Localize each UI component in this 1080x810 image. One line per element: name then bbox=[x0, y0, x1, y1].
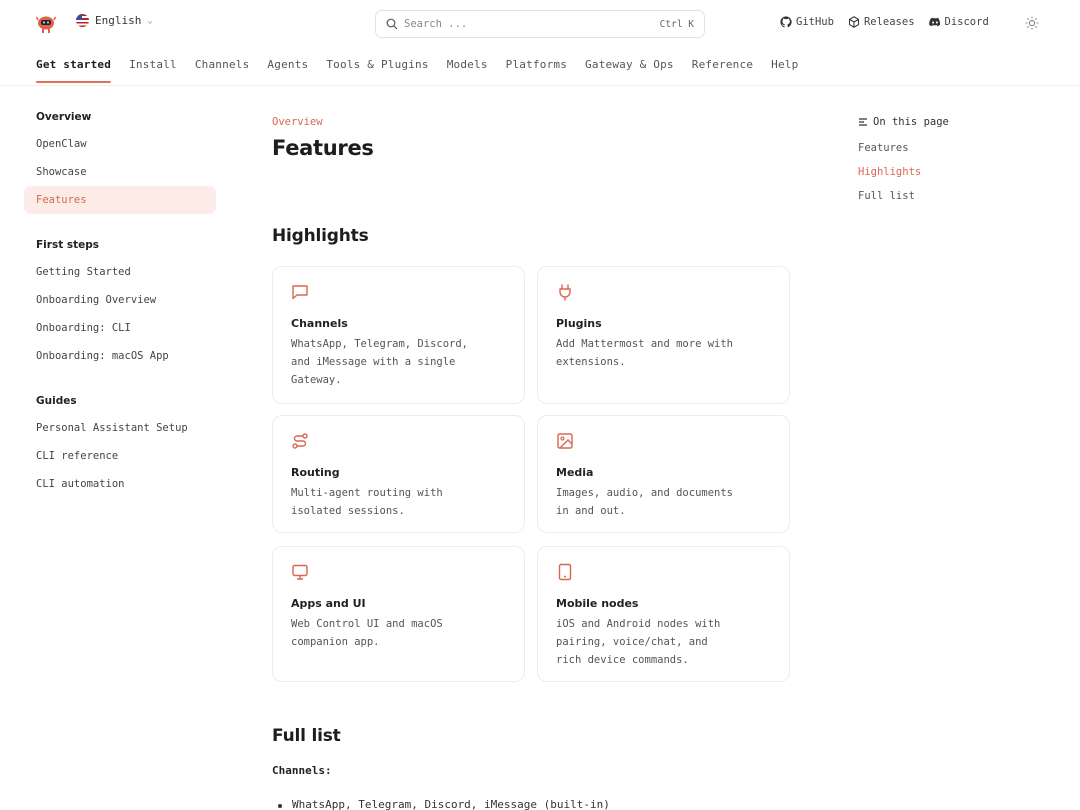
search-icon bbox=[386, 18, 398, 30]
discord-icon bbox=[928, 17, 940, 27]
page-title: Features bbox=[272, 136, 374, 160]
sidebar-item-openclaw[interactable]: OpenClaw bbox=[24, 130, 216, 158]
card-title: Channels bbox=[291, 317, 348, 330]
feature-card-apps-ui[interactable]: Apps and UI Web Control UI and macOS com… bbox=[272, 546, 525, 682]
card-description: Multi-agent routing with isolated sessio… bbox=[291, 487, 443, 517]
message-square-icon bbox=[292, 285, 308, 300]
sidebar-item-cli-reference[interactable]: CLI reference bbox=[24, 442, 216, 470]
card-description: WhatsApp, Telegram, Discord, and iMessag… bbox=[291, 338, 469, 386]
discord-label: Discord bbox=[944, 16, 989, 28]
list-icon bbox=[859, 118, 867, 126]
sidebar-item-personal-assistant[interactable]: Personal Assistant Setup bbox=[24, 414, 216, 442]
list-item: WhatsApp, Telegram, Discord, iMessage (b… bbox=[278, 798, 610, 810]
language-label: English bbox=[95, 14, 142, 27]
sidebar-group-title: Overview bbox=[36, 111, 92, 123]
section-heading-full-list: Full list bbox=[272, 726, 341, 746]
plug-icon bbox=[559, 284, 571, 301]
sidebar-group-title: Guides bbox=[36, 395, 77, 407]
tab-platforms[interactable]: Platforms bbox=[506, 58, 567, 79]
sidebar-item-cli-automation[interactable]: CLI automation bbox=[24, 470, 216, 498]
tab-models[interactable]: Models bbox=[447, 58, 488, 79]
header-links: GitHub Releases Discord bbox=[780, 16, 989, 28]
channels-subheading: Channels: bbox=[272, 764, 332, 777]
top-bar: English ⌄ Search ... Ctrl K GitHub Relea… bbox=[0, 0, 1080, 46]
tab-reference[interactable]: Reference bbox=[692, 58, 753, 79]
card-title: Apps and UI bbox=[291, 597, 366, 610]
card-description: iOS and Android nodes with pairing, voic… bbox=[556, 618, 721, 666]
tab-agents[interactable]: Agents bbox=[267, 58, 308, 79]
top-nav-tabs: Get started Install Channels Agents Tool… bbox=[36, 58, 798, 83]
releases-label: Releases bbox=[863, 16, 915, 28]
tab-channels[interactable]: Channels bbox=[195, 58, 250, 79]
main-content: Overview Features Highlights Channels Wh… bbox=[272, 116, 792, 810]
tab-tools-plugins[interactable]: Tools & Plugins bbox=[326, 58, 428, 79]
toc-title: On this page bbox=[873, 116, 949, 128]
search-shortcut: Ctrl K bbox=[659, 18, 694, 30]
card-title: Mobile nodes bbox=[556, 597, 639, 610]
card-description: Add Mattermost and more with extensions. bbox=[556, 338, 734, 368]
section-heading-highlights: Highlights bbox=[272, 226, 369, 246]
github-link[interactable]: GitHub bbox=[780, 16, 834, 28]
openclaw-logo-icon[interactable] bbox=[36, 14, 56, 34]
card-description: Web Control UI and macOS companion app. bbox=[291, 618, 443, 648]
tab-gateway-ops[interactable]: Gateway & Ops bbox=[585, 58, 674, 79]
bullet-icon bbox=[278, 804, 282, 808]
github-label: GitHub bbox=[796, 16, 834, 28]
sidebar-item-getting-started[interactable]: Getting Started bbox=[24, 258, 216, 286]
card-description: Images, audio, and documents in and out. bbox=[556, 487, 734, 517]
github-icon bbox=[780, 16, 792, 28]
feature-card-channels[interactable]: Channels WhatsApp, Telegram, Discord, an… bbox=[272, 266, 525, 404]
feature-card-plugins[interactable]: Plugins Add Mattermost and more with ext… bbox=[537, 266, 790, 404]
search-box[interactable]: Search ... Ctrl K bbox=[375, 10, 705, 38]
list-item-text: WhatsApp, Telegram, Discord, iMessage (b… bbox=[292, 798, 610, 810]
route-icon bbox=[292, 433, 308, 449]
sidebar-group-title: First steps bbox=[36, 239, 100, 251]
chevron-down-icon: ⌄ bbox=[147, 15, 153, 26]
monitor-icon bbox=[292, 564, 308, 580]
card-title: Routing bbox=[291, 466, 340, 479]
search-placeholder: Search ... bbox=[404, 18, 468, 30]
card-title: Plugins bbox=[556, 317, 602, 330]
sidebar-item-onboarding-cli[interactable]: Onboarding: CLI bbox=[24, 314, 216, 342]
card-title: Media bbox=[556, 466, 594, 479]
toc-item-features[interactable]: Features bbox=[858, 142, 1038, 156]
breadcrumb[interactable]: Overview bbox=[272, 116, 792, 128]
sidebar-item-showcase[interactable]: Showcase bbox=[24, 158, 216, 186]
toc-header: On this page bbox=[858, 116, 1038, 128]
package-icon bbox=[848, 16, 859, 28]
tab-help[interactable]: Help bbox=[771, 58, 798, 79]
releases-link[interactable]: Releases bbox=[848, 16, 915, 28]
tabs-divider bbox=[0, 85, 1080, 86]
language-selector[interactable]: English ⌄ bbox=[76, 14, 153, 27]
toc-item-highlights[interactable]: Highlights bbox=[858, 166, 1038, 180]
discord-link[interactable]: Discord bbox=[928, 16, 989, 28]
sidebar: Overview OpenClaw Showcase Features Firs… bbox=[24, 104, 216, 498]
feature-card-mobile-nodes[interactable]: Mobile nodes iOS and Android nodes with … bbox=[537, 546, 790, 682]
sidebar-item-onboarding-macos[interactable]: Onboarding: macOS App bbox=[24, 342, 216, 370]
sidebar-item-onboarding-overview[interactable]: Onboarding Overview bbox=[24, 286, 216, 314]
image-icon bbox=[557, 433, 573, 449]
tablet-icon bbox=[558, 563, 572, 581]
sun-icon[interactable] bbox=[1025, 16, 1039, 30]
feature-card-media[interactable]: Media Images, audio, and documents in an… bbox=[537, 415, 790, 533]
sidebar-item-features[interactable]: Features bbox=[24, 186, 216, 214]
tab-get-started[interactable]: Get started bbox=[36, 58, 112, 83]
tab-install[interactable]: Install bbox=[129, 58, 177, 79]
us-flag-icon bbox=[76, 14, 89, 27]
feature-card-routing[interactable]: Routing Multi-agent routing with isolate… bbox=[272, 415, 525, 533]
toc-item-full-list[interactable]: Full list bbox=[858, 190, 1038, 204]
table-of-contents: On this page Features Highlights Full li… bbox=[858, 116, 1038, 214]
